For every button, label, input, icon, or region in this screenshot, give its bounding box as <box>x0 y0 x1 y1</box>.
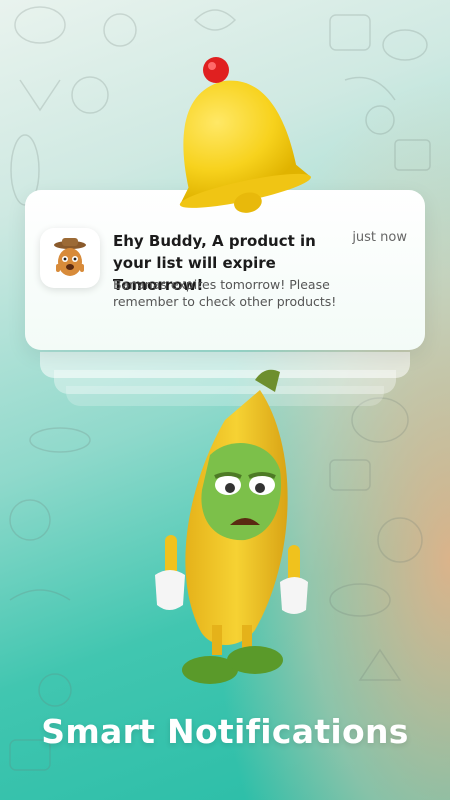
mascot-icon <box>40 228 100 288</box>
sad-banana-mascot <box>155 369 308 684</box>
mascot-illustration <box>54 238 86 276</box>
notification-body: Bananas expires tomorrow! Please remembe… <box>113 277 337 309</box>
bell-icon <box>179 57 311 213</box>
notification-timestamp: just now <box>352 230 407 245</box>
bell-badge-dot <box>203 57 229 83</box>
feature-headline: Smart Notifications <box>41 712 409 751</box>
